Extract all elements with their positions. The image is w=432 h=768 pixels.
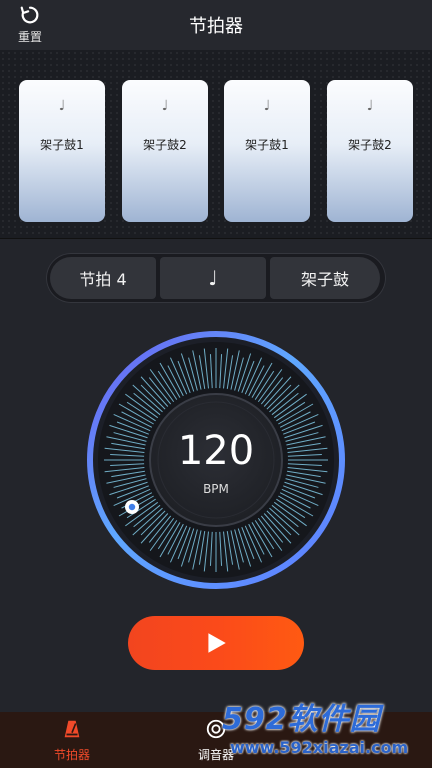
watermark-brand: 592软件园 — [222, 702, 381, 737]
bpm-unit: BPM — [203, 482, 229, 496]
beat-sound-label: 架子鼓2 — [143, 138, 187, 152]
beat-card-4[interactable]: ♩ 架子鼓2 — [327, 80, 413, 222]
note-icon: ♩ — [161, 98, 169, 114]
play-icon — [208, 633, 226, 653]
note-icon: ♩ — [58, 98, 66, 114]
play-button[interactable] — [128, 616, 304, 670]
watermark: 592软件园 www.592xiazai.com — [214, 690, 432, 768]
beat-sound-label: 架子鼓1 — [245, 138, 289, 152]
sound-select-button[interactable]: 架子鼓 — [270, 257, 380, 299]
note-value-button[interactable]: ♩ — [160, 257, 266, 299]
tab-metronome[interactable]: 节拍器 — [32, 718, 112, 763]
beat-pattern-panel: ♩ 架子鼓1 ♩ 架子鼓2 ♩ 架子鼓1 ♩ 架子鼓2 — [0, 50, 432, 239]
beat-card-2[interactable]: ♩ 架子鼓2 — [122, 80, 208, 222]
page-title: 节拍器 — [189, 16, 243, 37]
app-header: 重置 节拍器 — [0, 0, 432, 50]
beat-sound-label: 架子鼓2 — [348, 138, 392, 152]
settings-segmented-control: 节拍 4 ♩ 架子鼓 — [46, 253, 386, 303]
note-icon: ♩ — [366, 98, 374, 114]
beat-sound-label: 架子鼓1 — [40, 138, 84, 152]
tab-metronome-label: 节拍器 — [53, 748, 90, 762]
bpm-value: 120 — [177, 428, 255, 474]
time-signature-button[interactable]: 节拍 4 — [50, 257, 156, 299]
dial-knob-center — [128, 503, 136, 511]
note-icon: ♩ — [263, 98, 271, 114]
watermark-url: www.592xiazai.com — [230, 738, 409, 757]
metronome-icon — [64, 720, 80, 738]
beat-card-3[interactable]: ♩ 架子鼓1 — [224, 80, 310, 222]
beat-card-1[interactable]: ♩ 架子鼓1 — [19, 80, 105, 222]
